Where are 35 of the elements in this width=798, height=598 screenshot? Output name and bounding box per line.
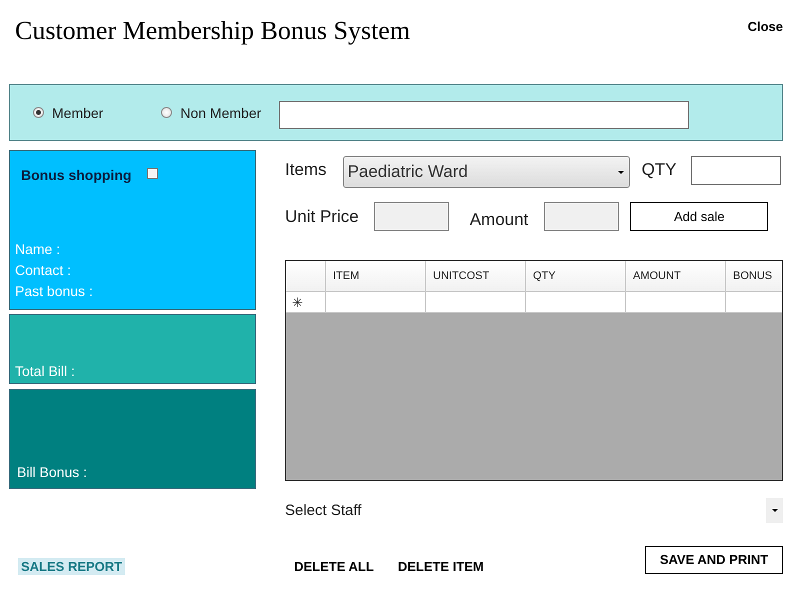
close-button[interactable]: Close (748, 19, 783, 34)
unit-price-field[interactable] (374, 202, 449, 231)
delete-all-button[interactable]: DELETE ALL (294, 559, 374, 574)
table-cell[interactable] (526, 292, 626, 313)
customer-field-label: Name : (15, 240, 62, 259)
items-label: Items (285, 160, 327, 180)
qty-field[interactable] (690, 156, 781, 184)
items-dropdown[interactable]: Paediatric Ward (342, 156, 630, 188)
amount-field[interactable] (544, 202, 620, 231)
bill-bonus-label: Bill Bonus : (17, 464, 88, 480)
save-and-print-button[interactable]: SAVE AND PRINT (645, 546, 783, 574)
bonus-shopping-checkbox[interactable] (147, 168, 158, 179)
radio-label: Non Member (180, 104, 262, 120)
amount-label: Amount (470, 210, 528, 230)
staff-dropdown[interactable]: Select Staff (285, 498, 783, 523)
customer-field-label: Past bonus : (15, 282, 94, 301)
customer-field-label: Contact : (15, 261, 72, 280)
radio-button[interactable] (161, 107, 172, 118)
unit-price-label: Unit Price (285, 206, 359, 226)
table-cell[interactable] (326, 292, 426, 313)
table-cell[interactable] (426, 292, 526, 313)
radio-label: Member (52, 104, 104, 120)
delete-item-button[interactable]: DELETE ITEM (398, 559, 484, 574)
member-search-field[interactable] (279, 100, 690, 128)
radio-button[interactable] (33, 107, 44, 118)
caret-icon (772, 509, 778, 512)
qty-label: QTY (642, 160, 677, 180)
total-bill-label: Total Bill : (15, 363, 76, 379)
window-title: Customer Membership Bonus System (15, 16, 410, 46)
sales-report-link[interactable]: SALES REPORT (18, 558, 126, 575)
new-row-marker: ✳ (291, 294, 303, 310)
add-sale-button[interactable]: Add sale (630, 202, 768, 231)
bonus-shopping-label: Bonus shopping (21, 167, 132, 183)
table-cell[interactable] (626, 292, 726, 313)
caret-icon (618, 170, 624, 174)
